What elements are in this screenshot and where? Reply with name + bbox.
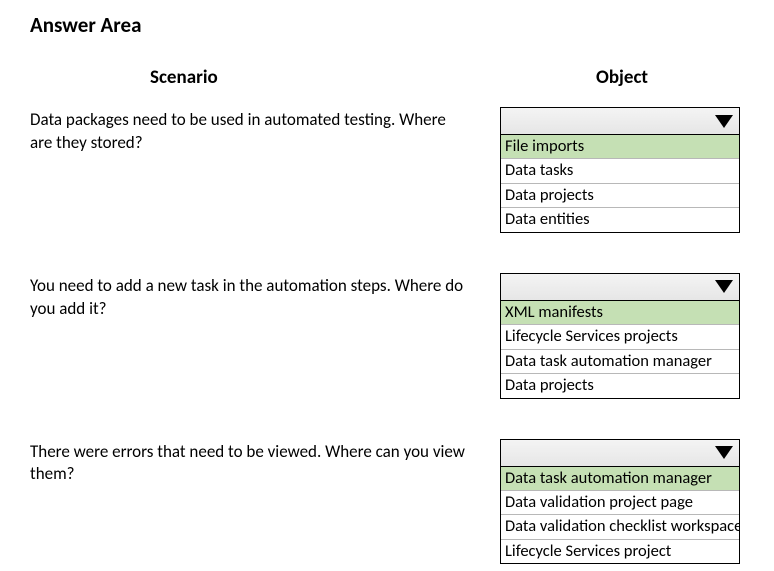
dropdown-option[interactable]: Data validation checklist workspace xyxy=(501,515,739,539)
dropdown-option[interactable]: XML manifests xyxy=(501,301,739,325)
page-title: Answer Area xyxy=(30,12,744,38)
dropdown-1: File imports Data tasks Data projects Da… xyxy=(500,107,740,233)
dropdown-option[interactable]: Lifecycle Services project xyxy=(501,540,739,563)
scenario-text-1: Data packages need to be used in automat… xyxy=(30,107,500,155)
dropdown-option[interactable]: Data projects xyxy=(501,374,739,397)
question-row-2: You need to add a new task in the automa… xyxy=(30,273,744,399)
dropdown-3: Data task automation manager Data valida… xyxy=(500,439,740,565)
dropdown-option[interactable]: Data projects xyxy=(501,184,739,208)
dropdown-toggle-1[interactable] xyxy=(500,107,740,135)
dropdown-option[interactable]: Data entities xyxy=(501,208,739,231)
column-headers-row: Scenario Object xyxy=(30,66,744,107)
chevron-down-icon xyxy=(715,280,733,293)
dropdown-option[interactable]: Data task automation manager xyxy=(501,350,739,374)
scenario-text-3: There were errors that need to be viewed… xyxy=(30,439,500,487)
dropdown-option[interactable]: Lifecycle Services projects xyxy=(501,325,739,349)
object-column-header: Object xyxy=(500,66,744,89)
dropdown-2: XML manifests Lifecycle Services project… xyxy=(500,273,740,399)
dropdown-option[interactable]: File imports xyxy=(501,135,739,159)
question-row-1: Data packages need to be used in automat… xyxy=(30,107,744,233)
dropdown-option[interactable]: Data tasks xyxy=(501,159,739,183)
dropdown-list-3: Data task automation manager Data valida… xyxy=(500,467,740,565)
dropdown-toggle-2[interactable] xyxy=(500,273,740,301)
dropdown-toggle-3[interactable] xyxy=(500,439,740,467)
question-row-3: There were errors that need to be viewed… xyxy=(30,439,744,565)
scenario-text-2: You need to add a new task in the automa… xyxy=(30,273,500,321)
chevron-down-icon xyxy=(715,115,733,128)
dropdown-option[interactable]: Data task automation manager xyxy=(501,467,739,491)
scenario-column-header: Scenario xyxy=(30,66,500,89)
chevron-down-icon xyxy=(715,446,733,459)
dropdown-option[interactable]: Data validation project page xyxy=(501,491,739,515)
dropdown-list-2: XML manifests Lifecycle Services project… xyxy=(500,301,740,399)
dropdown-list-1: File imports Data tasks Data projects Da… xyxy=(500,135,740,233)
